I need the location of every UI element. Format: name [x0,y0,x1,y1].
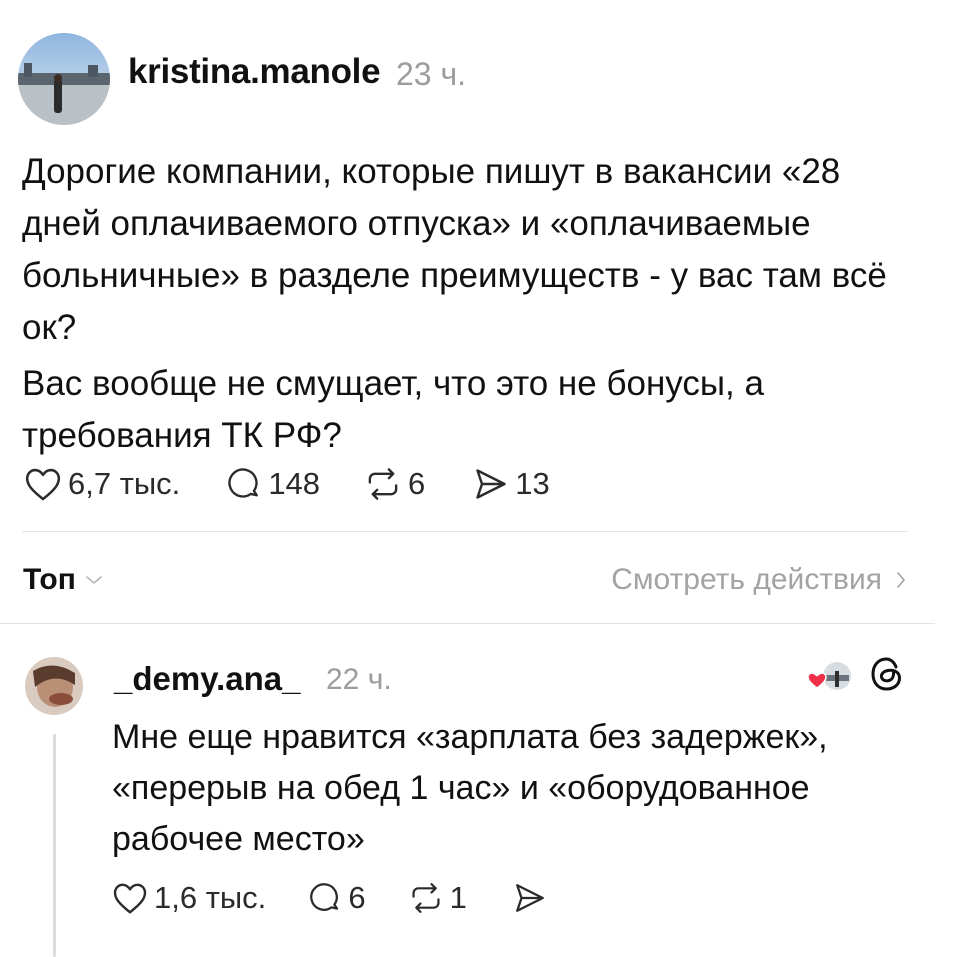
post-timestamp: 23 ч. [396,56,467,92]
threads-logo-icon[interactable] [867,654,907,694]
like-count: 1,6 тыс. [154,880,267,915]
like-count: 6,7 тыс. [68,466,181,501]
post-paragraph: Вас вообще не смущает, что это не бонусы… [22,364,764,455]
divider [22,531,908,532]
reply-timestamp: 22 ч. [326,663,392,696]
sort-dropdown[interactable]: Топ [23,563,104,597]
author-avatar[interactable] [18,33,110,125]
comment-icon [308,881,342,915]
reply-button[interactable]: 148 [226,466,320,502]
reply-count: 148 [268,466,321,501]
share-button[interactable]: 13 [473,466,550,502]
post-body: Дорогие компании, которые пишут в ваканс… [22,146,922,466]
view-activity-label: Смотреть действия [611,563,882,596]
heart-icon [24,466,62,502]
reply-actions: 1,6 тыс. 6 1 [112,880,547,916]
share-button[interactable] [513,881,547,915]
share-count: 13 [515,466,550,501]
repost-icon [408,881,444,915]
divider [0,623,935,624]
repost-count: 6 [408,466,426,501]
like-button[interactable]: 1,6 тыс. [112,880,266,916]
comment-icon [226,466,262,502]
repost-button[interactable]: 6 [364,466,425,502]
reply-body: Мне еще нравится «зарплата без задержек»… [112,718,828,858]
repost-button[interactable]: 1 [408,880,467,916]
chevron-right-icon [894,569,908,591]
repost-count: 1 [449,880,467,915]
share-icon [513,881,547,915]
chevron-down-icon [84,573,104,587]
reply-button[interactable]: 6 [308,880,366,916]
share-icon [473,466,509,502]
sort-label: Топ [23,563,76,596]
repost-icon [364,466,402,502]
view-activity-link[interactable]: Смотреть действия [611,563,908,597]
author-username[interactable]: kristina.manole [128,52,381,92]
reply-author-avatar[interactable] [25,657,83,715]
reply-author-username[interactable]: _demy.ana_ [114,660,301,698]
reply-count: 6 [348,880,366,915]
post-actions: 6,7 тыс. 148 6 13 [24,466,550,502]
heart-icon [112,881,148,915]
post-paragraph: Дорогие компании, которые пишут в ваканс… [22,152,887,347]
like-button[interactable]: 6,7 тыс. [24,466,180,502]
thread-line [53,734,56,957]
author-liked-badge [805,657,853,695]
